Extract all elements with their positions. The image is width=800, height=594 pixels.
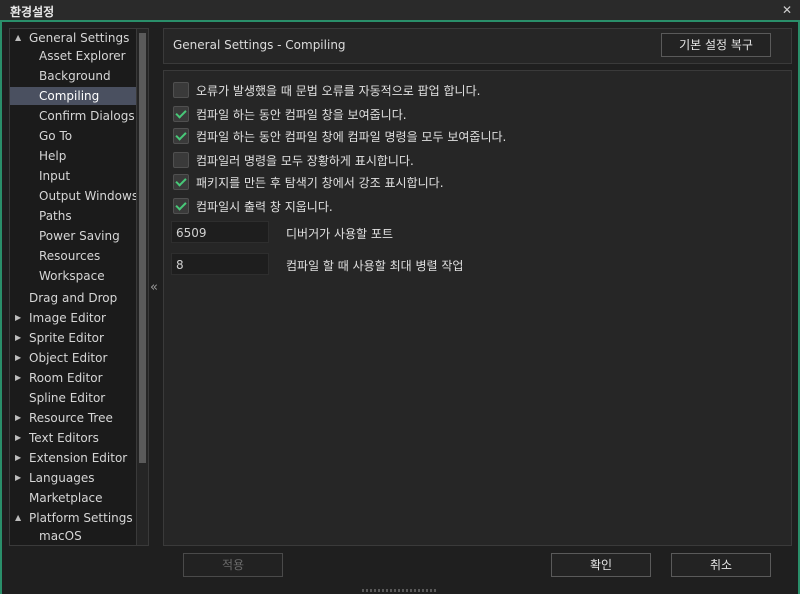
- tree-item-label: Go To: [39, 129, 73, 143]
- tree-item-label: Marketplace: [29, 491, 103, 505]
- tree-item-languages[interactable]: ▶ Languages: [10, 469, 136, 487]
- tree-item-compiling[interactable]: Compiling: [10, 87, 136, 105]
- settings-tree: ▲ General Settings Asset Explorer Backgr…: [9, 28, 137, 546]
- accent-border-left: [0, 22, 2, 594]
- tree-item-label: Confirm Dialogs: [39, 109, 135, 123]
- checkbox[interactable]: [173, 152, 189, 168]
- tree-item-go-to[interactable]: Go To: [10, 127, 136, 145]
- tree-item-label: Output Windows: [39, 189, 137, 203]
- tree-item-label: Power Saving: [39, 229, 120, 243]
- tree-item-label: Languages: [29, 471, 95, 485]
- tree-item-label: Paths: [39, 209, 72, 223]
- tree-item-label: Spline Editor: [29, 391, 106, 405]
- debugger-port-input[interactable]: 6509: [171, 221, 269, 243]
- tree-item-sprite-editor[interactable]: ▶ Sprite Editor: [10, 329, 136, 347]
- page-title: General Settings - Compiling: [173, 38, 346, 52]
- debugger-port-label: 디버거가 사용할 포트: [286, 227, 393, 241]
- restore-defaults-button[interactable]: 기본 설정 복구: [661, 33, 771, 57]
- tree-item-output-windows[interactable]: Output Windows: [10, 187, 136, 205]
- tree-item-background[interactable]: Background: [10, 67, 136, 85]
- checkbox-label: 컴파일러 명령을 모두 장황하게 표시합니다.: [196, 154, 414, 168]
- max-parallel-jobs-input[interactable]: 8: [171, 253, 269, 275]
- tree-item-resources[interactable]: Resources: [10, 247, 136, 265]
- cancel-button[interactable]: 취소: [671, 553, 771, 577]
- settings-header: General Settings - Compiling 기본 설정 복구: [163, 28, 792, 64]
- expand-arrow-icon[interactable]: ▶: [15, 449, 21, 467]
- title-bar: 환경설정 ✕: [0, 0, 800, 21]
- tree-item-platform-settings[interactable]: ▲ Platform Settings: [10, 509, 136, 527]
- tree-item-text-editors[interactable]: ▶ Text Editors: [10, 429, 136, 447]
- tree-item-label: Help: [39, 149, 67, 163]
- expand-arrow-icon[interactable]: ▶: [15, 309, 21, 327]
- tree-item-label: Platform Settings: [29, 511, 133, 525]
- tree-item-label: Text Editors: [29, 431, 99, 445]
- apply-button[interactable]: 적용: [183, 553, 283, 577]
- ok-button[interactable]: 확인: [551, 553, 651, 577]
- expand-arrow-icon[interactable]: ▶: [15, 349, 21, 367]
- tree-item-label: Workspace: [39, 269, 105, 283]
- expand-arrow-icon[interactable]: ▶: [15, 469, 21, 487]
- expand-arrow-icon[interactable]: ▶: [15, 429, 21, 447]
- checkbox-label: 오류가 발생했을 때 문법 오류를 자동적으로 팝업 합니다.: [196, 84, 481, 98]
- tree-item-workspace[interactable]: Workspace: [10, 267, 136, 285]
- resize-grip[interactable]: [362, 589, 438, 592]
- tree-item-drag-and-drop[interactable]: Drag and Drop: [10, 289, 136, 307]
- tree-item-marketplace[interactable]: Marketplace: [10, 489, 136, 507]
- tree-item-confirm-dialogs[interactable]: Confirm Dialogs: [10, 107, 136, 125]
- checkbox-label: 컴파일 하는 동안 컴파일 창을 보여줍니다.: [196, 108, 407, 122]
- checkbox-checked[interactable]: [173, 198, 189, 214]
- collapse-sidebar-icon[interactable]: «: [150, 280, 158, 295]
- tree-item-label: macOS: [39, 529, 82, 543]
- expand-arrow-icon[interactable]: ▶: [15, 369, 21, 387]
- tree-item-label: Room Editor: [29, 371, 103, 385]
- scrollbar-thumb[interactable]: [139, 33, 146, 463]
- collapse-arrow-icon[interactable]: ▲: [15, 29, 21, 47]
- tree-item-general-settings[interactable]: ▲ General Settings: [10, 29, 136, 47]
- tree-item-label: Resources: [39, 249, 101, 263]
- checkbox-checked[interactable]: [173, 106, 189, 122]
- close-icon[interactable]: ✕: [778, 2, 796, 18]
- tree-item-macos[interactable]: macOS: [10, 527, 136, 545]
- tree-item-object-editor[interactable]: ▶ Object Editor: [10, 349, 136, 367]
- checkbox-label: 패키지를 만든 후 탐색기 창에서 강조 표시합니다.: [196, 176, 444, 190]
- checkbox-checked[interactable]: [173, 174, 189, 190]
- checkbox[interactable]: [173, 82, 189, 98]
- tree-item-label: Background: [39, 69, 111, 83]
- tree-item-extension-editor[interactable]: ▶ Extension Editor: [10, 449, 136, 467]
- tree-item-spline-editor[interactable]: Spline Editor: [10, 389, 136, 407]
- tree-item-help[interactable]: Help: [10, 147, 136, 165]
- tree-item-label: Sprite Editor: [29, 331, 104, 345]
- tree-item-label: Input: [39, 169, 71, 183]
- tree-item-paths[interactable]: Paths: [10, 207, 136, 225]
- tree-item-power-saving[interactable]: Power Saving: [10, 227, 136, 245]
- settings-content: 오류가 발생했을 때 문법 오류를 자동적으로 팝업 합니다. 컴파일 하는 동…: [163, 70, 792, 546]
- collapse-arrow-icon[interactable]: ▲: [15, 509, 21, 527]
- tree-item-label: Object Editor: [29, 351, 108, 365]
- max-parallel-jobs-label: 컴파일 할 때 사용할 최대 병렬 작업: [286, 259, 464, 273]
- tree-item-label: General Settings: [29, 31, 130, 45]
- accent-border-top: [0, 20, 800, 22]
- tree-item-image-editor[interactable]: ▶ Image Editor: [10, 309, 136, 327]
- checkbox-checked[interactable]: [173, 128, 189, 144]
- checkbox-label: 컴파일 하는 동안 컴파일 창에 컴파일 명령을 모두 보여줍니다.: [196, 130, 507, 144]
- expand-arrow-icon[interactable]: ▶: [15, 329, 21, 347]
- tree-item-label: Asset Explorer: [39, 49, 126, 63]
- window-title: 환경설정: [10, 5, 55, 19]
- tree-item-resource-tree[interactable]: ▶ Resource Tree: [10, 409, 136, 427]
- tree-item-label: Compiling: [39, 89, 100, 103]
- tree-item-asset-explorer[interactable]: Asset Explorer: [10, 47, 136, 65]
- checkbox-label: 컴파일시 출력 창 지웁니다.: [196, 200, 333, 214]
- sidebar-scrollbar[interactable]: [136, 28, 149, 546]
- expand-arrow-icon[interactable]: ▶: [15, 409, 21, 427]
- tree-item-label: Drag and Drop: [29, 291, 118, 305]
- tree-item-label: Resource Tree: [29, 411, 113, 425]
- tree-item-input[interactable]: Input: [10, 167, 136, 185]
- tree-item-room-editor[interactable]: ▶ Room Editor: [10, 369, 136, 387]
- tree-item-label: Extension Editor: [29, 451, 128, 465]
- tree-item-label: Image Editor: [29, 311, 106, 325]
